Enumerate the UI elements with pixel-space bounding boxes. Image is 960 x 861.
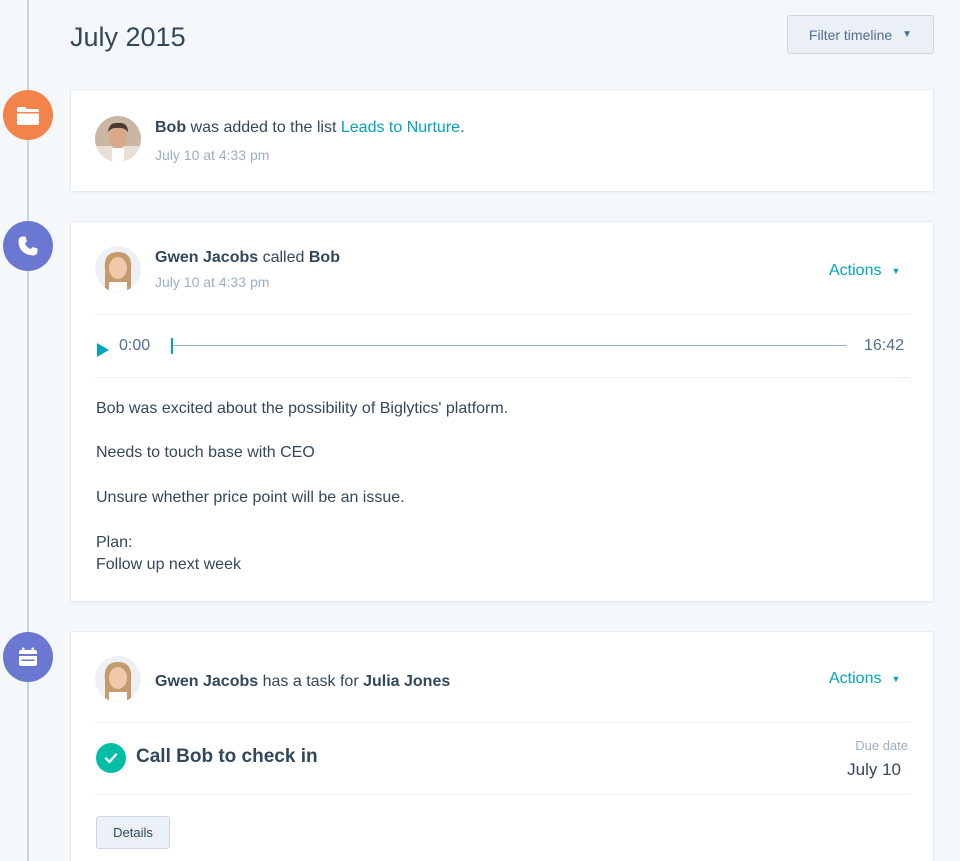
event-verb: called <box>258 249 309 266</box>
event-verb: has a task for <box>258 673 364 690</box>
actor-name[interactable]: Bob <box>155 119 186 136</box>
due-date-value[interactable]: July 10 <box>847 760 901 780</box>
task-event-card: Gwen Jacobs has a task for Julia Jones A… <box>70 631 934 861</box>
event-timestamp: July 10 at 4:33 pm <box>155 274 270 290</box>
avatar <box>95 116 141 162</box>
due-date-label: Due date <box>855 738 908 753</box>
audio-progress-track[interactable] <box>171 345 847 346</box>
list-link[interactable]: Leads to Nurture <box>341 119 460 136</box>
actions-dropdown[interactable]: Actions ▼ <box>829 670 900 688</box>
call-note: Follow up next week <box>96 556 241 573</box>
avatar <box>95 656 141 702</box>
calendar-icon <box>3 632 53 682</box>
audio-scrubber[interactable] <box>171 338 173 354</box>
call-event-card: Gwen Jacobs called Bob July 10 at 4:33 p… <box>70 221 934 602</box>
details-button[interactable]: Details <box>96 816 170 849</box>
caret-down-icon: ▼ <box>902 29 913 40</box>
task-complete-checkbox[interactable] <box>96 743 126 773</box>
actions-dropdown[interactable]: Actions ▼ <box>829 262 900 280</box>
avatar <box>95 246 141 292</box>
call-note: Needs to touch base with CEO <box>96 444 315 461</box>
play-icon[interactable] <box>97 343 109 357</box>
actor-name[interactable]: Gwen Jacobs <box>155 249 258 266</box>
event-verb: was added to the list <box>186 119 341 136</box>
divider <box>94 794 910 795</box>
caret-down-icon: ▼ <box>891 266 901 276</box>
divider <box>94 314 910 315</box>
call-note: Bob was excited about the possibility of… <box>96 400 509 417</box>
folder-icon <box>3 90 53 140</box>
call-note: Plan: <box>96 534 133 551</box>
filter-timeline-label: Filter timeline <box>808 26 893 43</box>
list-event-card: Bob was added to the list Leads to Nurtu… <box>70 89 934 192</box>
actions-label: Actions <box>829 262 882 279</box>
target-name[interactable]: Julia Jones <box>363 673 450 690</box>
divider <box>94 722 910 723</box>
audio-current-time: 0:00 <box>119 337 151 354</box>
call-note: Unsure whether price point will be an is… <box>96 489 405 506</box>
event-suffix: . <box>460 119 465 136</box>
month-title: July 2015 <box>70 22 186 52</box>
event-timestamp: July 10 at 4:33 pm <box>155 147 270 163</box>
actions-label: Actions <box>829 670 882 687</box>
check-icon <box>104 753 118 764</box>
target-name[interactable]: Bob <box>309 249 340 266</box>
phone-icon <box>3 221 53 271</box>
details-label: Details <box>113 825 153 840</box>
divider <box>94 377 910 378</box>
audio-duration: 16:42 <box>864 337 905 354</box>
filter-timeline-button[interactable]: Filter timeline ▼ <box>787 15 934 54</box>
actor-name[interactable]: Gwen Jacobs <box>155 673 258 690</box>
event-headline: Gwen Jacobs called Bob <box>155 249 340 267</box>
task-title[interactable]: Call Bob to check in <box>136 746 318 768</box>
caret-down-icon: ▼ <box>891 674 901 684</box>
event-headline: Gwen Jacobs has a task for Julia Jones <box>155 673 450 691</box>
event-headline: Bob was added to the list Leads to Nurtu… <box>155 119 465 137</box>
